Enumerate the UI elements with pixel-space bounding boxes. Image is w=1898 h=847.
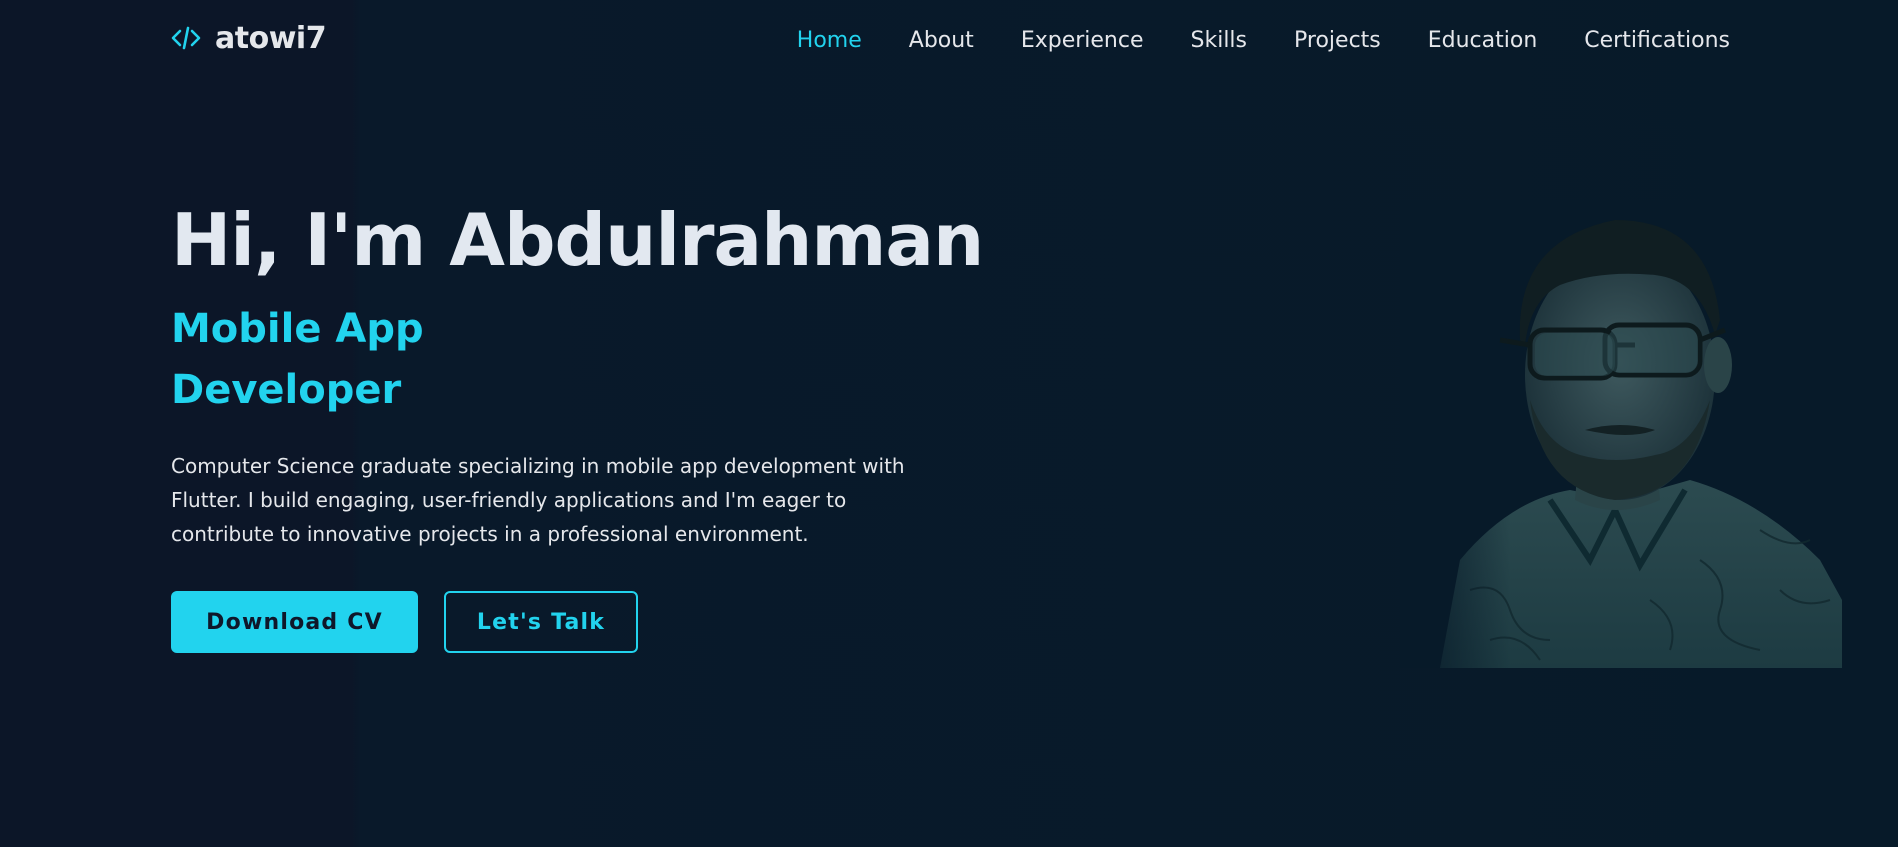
nav-links: Home About Experience Skills Projects Ed… — [797, 22, 1730, 58]
nav-link-experience[interactable]: Experience — [1021, 28, 1144, 53]
logo-text: atowi7 — [215, 20, 327, 56]
nav-link-projects[interactable]: Projects — [1294, 28, 1381, 53]
hero-description: Computer Science graduate specializing i… — [171, 454, 905, 546]
nav-link-home[interactable]: Home — [797, 28, 862, 53]
logo[interactable]: atowi7 — [171, 18, 327, 58]
code-icon — [171, 26, 201, 50]
nav-link-about[interactable]: About — [909, 28, 974, 53]
nav-link-skills[interactable]: Skills — [1191, 28, 1248, 53]
hero-section: Hi, I'm Abdulrahman Mobile App Developer… — [171, 195, 984, 653]
profile-photo — [1400, 200, 1842, 668]
hero-buttons: Download CV Let's Talk — [171, 591, 951, 653]
profile-photo-illustration — [1400, 200, 1842, 668]
lets-talk-button[interactable]: Let's Talk — [444, 591, 638, 653]
hero-greeting: Hi, I'm Abdulrahman — [171, 198, 984, 282]
download-cv-button[interactable]: Download CV — [171, 591, 418, 653]
navbar: atowi7 Home About Experience Skills Proj… — [0, 0, 1898, 80]
hero-role: Mobile App Developer — [171, 306, 424, 413]
nav-link-education[interactable]: Education — [1428, 28, 1538, 53]
nav-link-certifications[interactable]: Certifications — [1584, 28, 1730, 53]
